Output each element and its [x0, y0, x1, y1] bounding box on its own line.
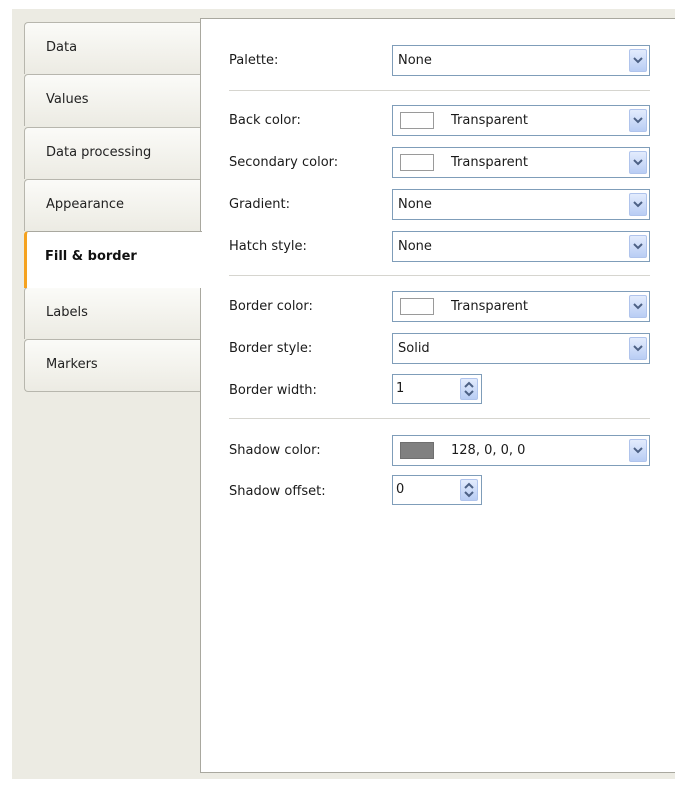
separator — [229, 90, 650, 91]
spinner-arrows-icon[interactable] — [460, 479, 478, 501]
tab-fill-border[interactable]: Fill & border — [24, 231, 202, 288]
tab-label: Markers — [46, 357, 98, 372]
palette-value: None — [398, 53, 432, 68]
tab-label: Data — [46, 40, 78, 55]
tab-label: Data processing — [46, 145, 152, 160]
chevron-down-icon[interactable] — [629, 193, 647, 216]
hatch-style-label: Hatch style: — [229, 239, 307, 254]
shadow-color-dropdown[interactable]: 128, 0, 0, 0 — [392, 435, 650, 466]
back-color-label: Back color: — [229, 113, 301, 128]
secondary-color-dropdown[interactable]: Transparent — [392, 147, 650, 178]
border-width-spinner[interactable]: 1 — [392, 374, 482, 404]
shadow-offset-spinner[interactable]: 0 — [392, 475, 482, 505]
tab-values[interactable]: Values — [24, 74, 200, 126]
border-style-label: Border style: — [229, 341, 313, 356]
border-width-value: 1 — [396, 381, 405, 396]
shadow-color-swatch — [400, 442, 434, 459]
chevron-down-icon[interactable] — [629, 337, 647, 360]
chevron-down-icon[interactable] — [629, 295, 647, 318]
tab-label: Labels — [46, 305, 88, 320]
shadow-color-value: 128, 0, 0, 0 — [451, 443, 526, 458]
shadow-offset-label: Shadow offset: — [229, 484, 326, 499]
tab-label: Appearance — [46, 197, 125, 212]
spinner-arrows-icon[interactable] — [460, 378, 478, 400]
chevron-down-icon[interactable] — [629, 151, 647, 174]
tab-data-processing[interactable]: Data processing — [24, 127, 200, 179]
tab-markers[interactable]: Markers — [24, 339, 200, 392]
border-style-value: Solid — [398, 341, 430, 356]
chevron-down-icon[interactable] — [629, 49, 647, 72]
tab-labels[interactable]: Labels — [24, 287, 200, 339]
back-color-dropdown[interactable]: Transparent — [392, 105, 650, 136]
back-color-swatch — [400, 112, 434, 129]
palette-label: Palette: — [229, 53, 279, 68]
tab-appearance[interactable]: Appearance — [24, 179, 200, 231]
chevron-down-icon[interactable] — [629, 439, 647, 462]
shadow-offset-value: 0 — [396, 482, 405, 497]
border-color-dropdown[interactable]: Transparent — [392, 291, 650, 322]
hatch-style-dropdown[interactable]: None — [392, 231, 650, 262]
shadow-color-label: Shadow color: — [229, 443, 321, 458]
border-width-label: Border width: — [229, 383, 317, 398]
border-color-value: Transparent — [451, 299, 528, 314]
chevron-down-icon[interactable] — [629, 235, 647, 258]
gradient-label: Gradient: — [229, 197, 290, 212]
tab-data[interactable]: Data — [24, 22, 200, 74]
secondary-color-label: Secondary color: — [229, 155, 339, 170]
back-color-value: Transparent — [451, 113, 528, 128]
secondary-color-swatch — [400, 154, 434, 171]
gradient-dropdown[interactable]: None — [392, 189, 650, 220]
chevron-down-icon[interactable] — [629, 109, 647, 132]
tab-label: Values — [46, 92, 89, 107]
border-color-swatch — [400, 298, 434, 315]
separator — [229, 418, 650, 419]
tab-label: Fill & border — [45, 249, 137, 264]
hatch-style-value: None — [398, 239, 432, 254]
palette-dropdown[interactable]: None — [392, 45, 650, 76]
separator — [229, 275, 650, 276]
border-color-label: Border color: — [229, 299, 313, 314]
gradient-value: None — [398, 197, 432, 212]
secondary-color-value: Transparent — [451, 155, 528, 170]
border-style-dropdown[interactable]: Solid — [392, 333, 650, 364]
